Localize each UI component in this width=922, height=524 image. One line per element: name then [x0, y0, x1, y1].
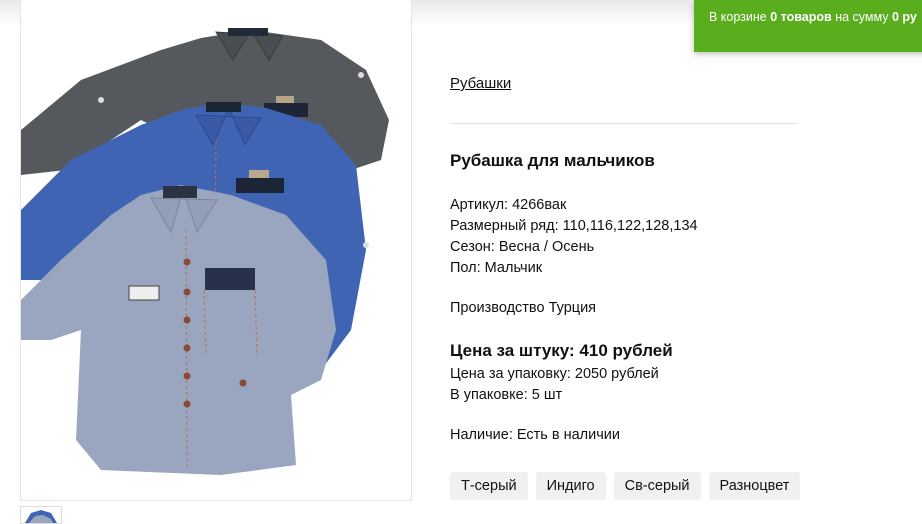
pack-info: Цена за упаковку: 2050 рублей В упаковке…	[450, 364, 659, 406]
divider	[450, 123, 798, 124]
color-option-dark-grey[interactable]: Т-серый	[450, 472, 528, 500]
product-origin: Производство Турция	[450, 300, 597, 316]
cart-sum: 0 ру	[891, 10, 917, 24]
spec-size-range: Размерный ряд: 110,116,122,128,134	[450, 218, 698, 234]
product-title: Рубашка для мальчиков	[450, 151, 655, 170]
breadcrumb-category-link[interactable]: Рубашки	[450, 75, 511, 92]
color-options: Т-серый Индиго Св-серый Разноцвет	[450, 472, 801, 500]
product-thumbnail[interactable]	[20, 506, 62, 524]
spec-article: Артикул: 4266вак	[450, 197, 567, 213]
spec-gender: Пол: Мальчик	[450, 260, 543, 276]
unit-price: Цена за штуку: 410 рублей	[450, 341, 673, 360]
cart-count: 0 товаров	[770, 10, 832, 24]
product-specs: Артикул: 4266вак Размерный ряд: 110,116,…	[450, 195, 698, 279]
color-option-indigo[interactable]: Индиго	[535, 472, 606, 500]
thumbnail-image	[21, 507, 61, 523]
pack-price: Цена за упаковку: 2050 рублей	[450, 366, 659, 382]
availability-status: Наличие: Есть в наличии	[450, 427, 620, 443]
cart-summary-bar[interactable]: В корзине 0 товаров на сумму 0 ру	[694, 0, 922, 52]
shirts-illustration	[21, 28, 389, 475]
cart-prefix: В корзине	[709, 10, 767, 24]
color-option-light-grey[interactable]: Св-серый	[613, 472, 701, 500]
cart-middle: на сумму	[835, 10, 889, 24]
pack-size: В упаковке: 5 шт	[450, 387, 563, 403]
spec-season: Сезон: Весна / Осень	[450, 239, 595, 255]
product-photo[interactable]	[20, 0, 412, 501]
color-option-multicolor[interactable]: Разноцвет	[708, 472, 801, 500]
